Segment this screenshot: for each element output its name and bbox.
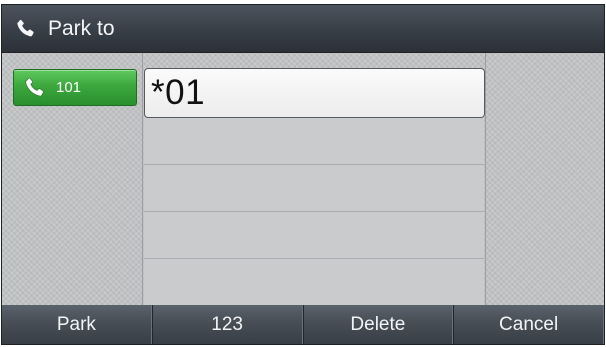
park-button[interactable]: Park xyxy=(2,305,152,344)
page-title: Park to xyxy=(48,16,115,40)
cancel-button[interactable]: Cancel xyxy=(453,305,604,344)
list-row-divider xyxy=(144,164,484,165)
handset-icon xyxy=(14,18,36,40)
phone-screen: Park to 101 *01 Park 123 Delete Cancel xyxy=(1,4,605,345)
line-key-label: 101 xyxy=(56,79,82,96)
list-row-divider xyxy=(144,211,484,212)
list-row-divider xyxy=(144,258,484,259)
softkey-bar: Park 123 Delete Cancel xyxy=(2,305,604,344)
park-number-value: *01 xyxy=(151,73,206,112)
delete-button[interactable]: Delete xyxy=(302,305,454,344)
input-mode-button[interactable]: 123 xyxy=(151,305,303,344)
handset-icon xyxy=(20,74,48,102)
title-bar: Park to xyxy=(2,5,604,53)
left-divider xyxy=(142,53,143,305)
park-number-input[interactable]: *01 xyxy=(144,68,485,118)
right-divider xyxy=(485,53,486,305)
line-key-101[interactable]: 101 xyxy=(13,69,137,106)
